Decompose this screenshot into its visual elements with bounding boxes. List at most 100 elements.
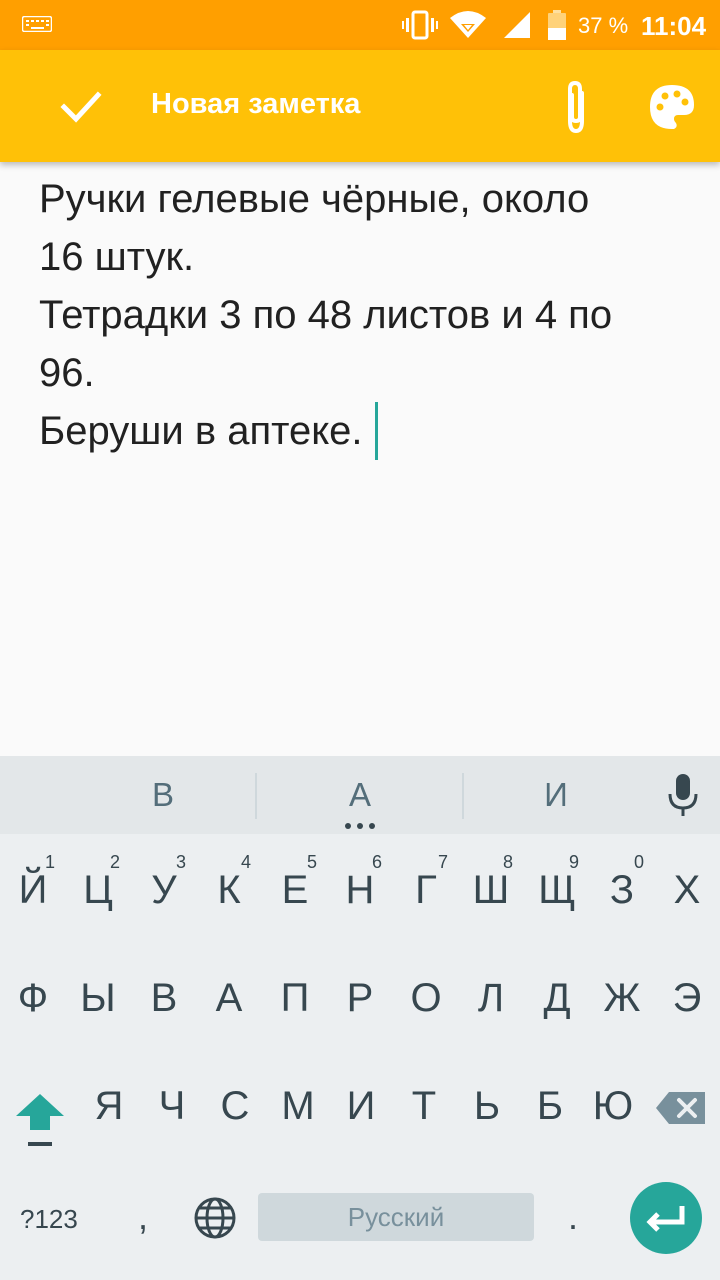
note-line: 16 штук.	[39, 235, 195, 279]
note-line: Беруши в аптеке.	[39, 409, 363, 453]
vibrate-icon	[402, 10, 438, 40]
check-icon[interactable]	[52, 77, 110, 135]
key[interactable]: Е5	[263, 840, 327, 944]
symbols-key[interactable]: ?123	[20, 1204, 78, 1235]
key-label: Ф	[17, 976, 49, 1020]
soft-keyboard: В А И Й1 Ц2 У3 К4 Е5 Н6 Г7 Ш8 Щ9 З0 Х Ф …	[0, 756, 720, 1280]
key-label: З	[609, 868, 635, 912]
key[interactable]: М	[266, 1056, 330, 1160]
key[interactable]: Ю	[581, 1056, 645, 1160]
key-label: Ы	[80, 976, 116, 1020]
key-label: Р	[346, 976, 374, 1020]
suggestion-divider	[255, 773, 257, 819]
key[interactable]: В	[132, 948, 196, 1052]
key-label: П	[280, 976, 310, 1020]
comma-key[interactable]: ,	[138, 1196, 148, 1238]
key[interactable]: К4	[197, 840, 261, 944]
key-hint: 3	[175, 852, 186, 872]
key[interactable]: Ч	[140, 1056, 204, 1160]
key[interactable]: Н6	[328, 840, 392, 944]
key-label: Г	[415, 868, 437, 912]
note-text[interactable]: Ручки гелевые чёрные, около 16 штук. Тет…	[39, 170, 689, 460]
signal-icon	[504, 12, 530, 38]
text-caret	[374, 402, 378, 460]
key-label: Ж	[603, 976, 641, 1020]
key-hint: 5	[306, 852, 317, 872]
shift-icon[interactable]	[14, 1090, 66, 1150]
key-hint: 7	[437, 852, 448, 872]
suggestion-divider	[462, 773, 464, 819]
mic-icon[interactable]	[665, 772, 701, 818]
key[interactable]: У3	[132, 840, 196, 944]
key[interactable]: Л	[459, 948, 523, 1052]
period-key[interactable]: .	[568, 1196, 578, 1238]
key-label: Ц	[83, 868, 113, 912]
key-label: Т	[411, 1084, 437, 1128]
key[interactable]: Э	[655, 948, 719, 1052]
key[interactable]: Т	[392, 1056, 456, 1160]
key[interactable]: И	[329, 1056, 393, 1160]
globe-icon[interactable]	[193, 1196, 237, 1240]
wifi-icon	[450, 11, 486, 38]
key-hint: 0	[633, 852, 644, 872]
enter-button[interactable]	[630, 1182, 702, 1254]
key[interactable]: Ж	[590, 948, 654, 1052]
key-label: С	[220, 1084, 250, 1128]
key-hint: 1	[44, 852, 55, 872]
key[interactable]: Г7	[394, 840, 458, 944]
key-label: Ч	[158, 1084, 186, 1128]
more-suggestions-icon	[345, 823, 375, 829]
note-line: Ручки гелевые чёрные, около	[39, 177, 590, 221]
suggestion-2[interactable]: А	[300, 776, 420, 814]
suggestion-1[interactable]: В	[103, 776, 223, 814]
key-label: К	[217, 868, 241, 912]
suggestion-3[interactable]: И	[496, 776, 616, 814]
paperclip-icon[interactable]	[546, 77, 606, 137]
key-label: В	[150, 976, 178, 1020]
key[interactable]: З0	[590, 840, 654, 944]
keyboard-icon	[22, 16, 52, 32]
battery-percent: 37 %	[578, 13, 629, 38]
key[interactable]: Ь	[455, 1056, 519, 1160]
key[interactable]: Я	[77, 1056, 141, 1160]
key-hint: 6	[371, 852, 382, 872]
key[interactable]: П	[263, 948, 327, 1052]
app-toolbar: Новая заметка	[0, 50, 720, 162]
key[interactable]: Й1	[1, 840, 65, 944]
key-label: Л	[477, 976, 505, 1020]
status-bar: 37 % 11:04	[0, 0, 720, 50]
key-hint: 4	[240, 852, 251, 872]
key[interactable]: Ш8	[459, 840, 523, 944]
key-label: Щ	[538, 868, 576, 912]
key[interactable]: Б	[518, 1056, 582, 1160]
key[interactable]: Р	[328, 948, 392, 1052]
key[interactable]: Ф	[1, 948, 65, 1052]
key[interactable]: Ы	[66, 948, 130, 1052]
key-hint: 9	[568, 852, 579, 872]
key[interactable]: О	[394, 948, 458, 1052]
enter-icon	[646, 1206, 685, 1232]
page-title: Новая заметка	[151, 88, 361, 120]
clock: 11:04	[641, 11, 707, 41]
key-label: А	[215, 976, 243, 1020]
key-label: Ш	[472, 868, 510, 912]
key[interactable]: С	[203, 1056, 267, 1160]
note-line-last: Беруши в аптеке.	[39, 402, 689, 460]
space-bar[interactable]: Русский	[258, 1193, 534, 1241]
key-hint: 2	[109, 852, 120, 872]
key-label: М	[281, 1084, 315, 1128]
key[interactable]: Щ9	[525, 840, 589, 944]
key[interactable]: Ц2	[66, 840, 130, 944]
key[interactable]: Х	[655, 840, 719, 944]
key-label: Й	[18, 868, 48, 912]
key-label: О	[410, 976, 442, 1020]
note-editor[interactable]: Ручки гелевые чёрные, около 16 штук. Тет…	[0, 162, 720, 756]
key-label: Д	[543, 976, 571, 1020]
backspace-icon[interactable]	[655, 1088, 707, 1128]
key[interactable]: А	[197, 948, 261, 1052]
key-label: У	[151, 868, 177, 912]
key-label: Я	[94, 1084, 124, 1128]
key[interactable]: Д	[525, 948, 589, 1052]
palette-icon[interactable]	[642, 77, 702, 137]
note-line: Тетрадки 3 по 48 листов и 4 по	[39, 293, 613, 337]
